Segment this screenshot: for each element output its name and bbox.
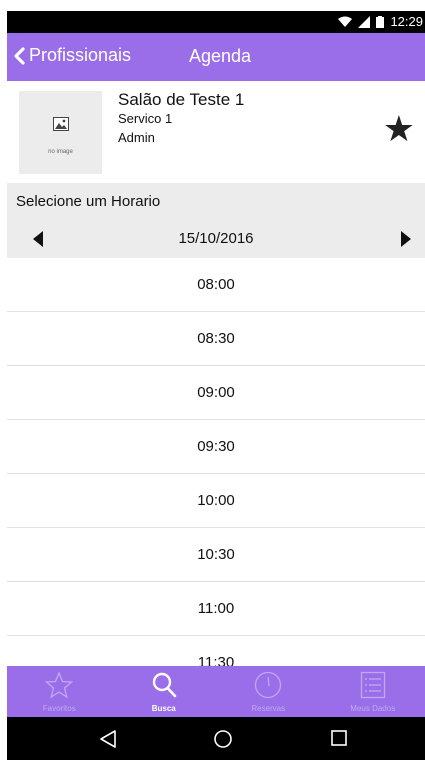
status-bar: 12:29 <box>7 11 425 33</box>
date-selector: 15/10/2016 <box>7 220 425 259</box>
time-slot[interactable]: 09:00 <box>7 366 425 420</box>
time-slot[interactable]: 08:00 <box>7 258 425 312</box>
salon-card: no image Salão de Teste 1 Servico 1 Admi… <box>7 81 425 184</box>
tab-label: Meus Dados <box>350 704 396 713</box>
tab-meus-dados[interactable]: Meus Dados <box>321 666 425 717</box>
time-slot[interactable]: 08:30 <box>7 312 425 366</box>
selected-date: 15/10/2016 <box>178 230 254 247</box>
salon-name: Salão de Teste 1 <box>118 90 245 109</box>
list-icon <box>360 671 385 699</box>
section-header: Selecione um Horario <box>7 183 425 221</box>
clock-icon <box>255 671 282 699</box>
tab-label: Reservas <box>251 704 286 713</box>
tab-busca[interactable]: Busca <box>112 666 217 717</box>
tab-reservas[interactable]: Reservas <box>216 666 321 717</box>
tab-label: Favoritos <box>42 704 76 713</box>
time-slot[interactable]: 11:00 <box>7 582 425 636</box>
no-image-text: no image <box>48 149 73 155</box>
back-label: Profissionais <box>29 45 132 65</box>
time-slot[interactable]: 10:00 <box>7 474 425 528</box>
app-screen: 12:29 Profissionais Agenda no image Salã… <box>7 11 425 760</box>
favorite-star-icon[interactable]: ★ <box>383 111 415 147</box>
salon-thumbnail: no image <box>19 91 102 174</box>
back-button[interactable]: Profissionais <box>13 45 131 66</box>
salon-service: Servico 1 <box>118 111 173 126</box>
status-time: 12:29 <box>390 14 423 29</box>
image-placeholder-icon <box>53 117 69 131</box>
star-outline-icon <box>45 671 74 699</box>
page-title: Agenda <box>189 46 252 66</box>
section-title: Selecione um Horario <box>16 193 161 210</box>
home-circle-icon[interactable] <box>213 729 233 749</box>
tab-bar: Favoritos Busca Reservas Meus Dados <box>7 666 425 717</box>
time-slot-list[interactable]: 08:00 08:30 09:00 09:30 10:00 10:30 11:0… <box>7 258 425 668</box>
nav-bar: Profissionais Agenda <box>7 33 425 81</box>
tab-favoritos[interactable]: Favoritos <box>7 666 112 717</box>
salon-professional: Admin <box>118 130 155 145</box>
back-triangle-icon[interactable] <box>99 729 117 749</box>
time-slot[interactable]: 11:30 <box>7 636 425 668</box>
recents-square-icon[interactable] <box>330 729 348 747</box>
wifi-icon <box>338 16 353 27</box>
chevron-left-icon <box>14 46 25 65</box>
tab-label: Busca <box>151 704 176 713</box>
battery-icon <box>376 15 385 28</box>
time-slot[interactable]: 10:30 <box>7 528 425 582</box>
status-icons: 12:29 <box>338 14 423 29</box>
time-slot[interactable]: 09:30 <box>7 420 425 474</box>
signal-icon <box>358 15 371 28</box>
next-date-arrow-icon[interactable] <box>401 231 411 247</box>
search-icon <box>152 672 177 698</box>
system-navigation-bar <box>7 717 425 760</box>
